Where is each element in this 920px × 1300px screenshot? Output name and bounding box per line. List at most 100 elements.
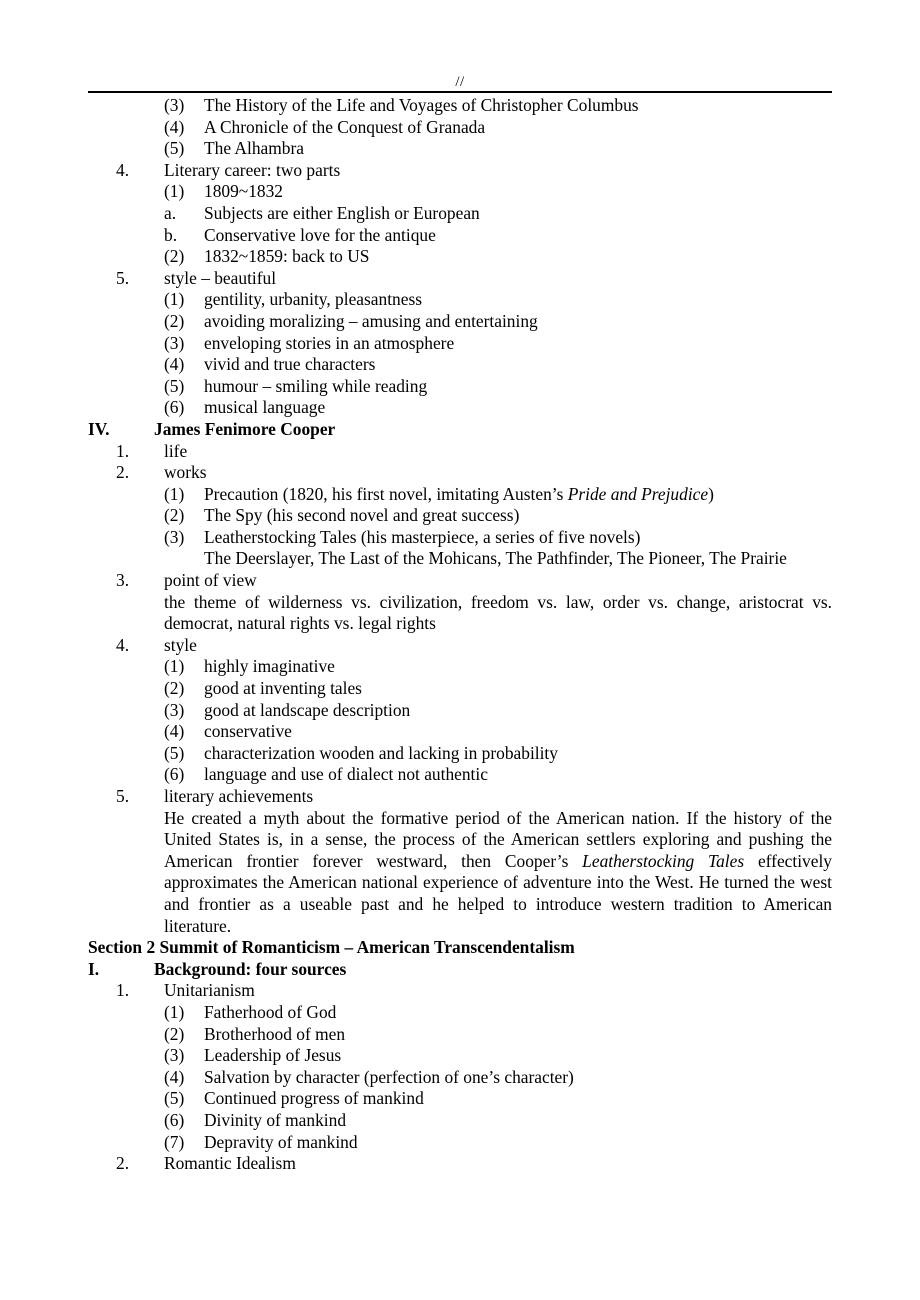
list-marker: (5) <box>164 742 185 763</box>
document-page: // (3) The History of the Life and Voyag… <box>0 0 920 1300</box>
list-marker: a. <box>164 202 177 223</box>
list-item-text: Divinity of mankind <box>204 1109 347 1130</box>
list-marker: (2) <box>164 310 185 331</box>
list-item: (1) 1809~1832 <box>88 181 832 203</box>
list-item: 5. style – beautiful <box>88 268 832 290</box>
point-of-view-paragraph: the theme of wilderness vs. civilization… <box>164 591 832 634</box>
list-item-text: Romantic Idealism <box>164 1153 296 1174</box>
list-item-text: point of view <box>164 570 257 591</box>
list-marker: (2) <box>164 246 185 267</box>
list-item: (6) language and use of dialect not auth… <box>88 764 832 786</box>
list-item-text: musical language <box>204 397 326 418</box>
list-item-text: Unitarianism <box>164 980 255 1001</box>
list-item-text: 1809~1832 <box>204 181 283 202</box>
leatherstocking-titles-paragraph: The Deerslayer, The Last of the Mohicans… <box>204 548 787 569</box>
list-item-text: style <box>164 634 197 655</box>
list-item-text: highly imaginative <box>204 656 335 677</box>
list-item-text: Leatherstocking Tales (his masterpiece, … <box>204 526 641 547</box>
leatherstocking-italic: Leatherstocking Tales <box>582 850 745 871</box>
list-item: (4) vivid and true characters <box>88 354 832 376</box>
list-marker: (1) <box>164 289 185 310</box>
list-item: (4) A Chronicle of the Conquest of Grana… <box>88 117 832 139</box>
list-item-text: avoiding moralizing – amusing and entert… <box>204 310 538 331</box>
heading-background: I. Background: four sources <box>88 959 832 981</box>
list-item-text: The Spy (his second novel and great succ… <box>204 505 520 526</box>
list-marker: (6) <box>164 1109 185 1130</box>
list-item: (3) Leatherstocking Tales (his masterpie… <box>88 527 832 549</box>
list-item: 5. literary achievements <box>88 786 832 808</box>
list-marker: (5) <box>164 375 185 396</box>
list-marker: 2. <box>116 1153 130 1174</box>
list-marker: 1. <box>116 440 130 461</box>
list-item-text: good at inventing tales <box>204 678 362 699</box>
list-item: (3) good at landscape description <box>88 700 832 722</box>
list-marker: (2) <box>164 1023 185 1044</box>
list-marker: (1) <box>164 656 185 677</box>
work-title-italic: Pride and Prejudice <box>567 483 709 504</box>
header-mark: // <box>455 74 465 90</box>
list-marker: (3) <box>164 699 185 720</box>
list-item: 1. Unitarianism <box>88 980 832 1002</box>
list-marker: (1) <box>164 181 185 202</box>
list-item-text: Brotherhood of men <box>204 1023 346 1044</box>
list-marker: 5. <box>116 786 130 806</box>
list-item-text: life <box>164 440 188 461</box>
list-item-text: The Alhambra <box>204 138 304 159</box>
list-item-text: Depravity of mankind <box>204 1131 358 1152</box>
list-item-text: Salvation by character (perfection of on… <box>204 1066 574 1087</box>
list-item: (1) highly imaginative <box>88 656 832 678</box>
list-item: (4) conservative <box>88 721 832 743</box>
list-item-text: good at landscape description <box>204 699 411 720</box>
list-item: 4. style <box>88 635 832 657</box>
section2-heading: Section 2 Summit of Romanticism – Americ… <box>88 937 832 959</box>
section2-heading-text: Section 2 Summit of Romanticism – Americ… <box>88 937 575 958</box>
list-item: (6) musical language <box>88 397 832 419</box>
list-item: a. Subjects are either English or Europe… <box>88 203 832 225</box>
page-header: // <box>88 74 832 93</box>
list-item: (3) enveloping stories in an atmosphere <box>88 333 832 355</box>
list-marker: (3) <box>164 1045 185 1066</box>
list-marker: 4. <box>116 634 130 655</box>
list-marker: 5. <box>116 267 130 288</box>
list-item: (1) gentility, urbanity, pleasantness <box>88 289 832 311</box>
list-marker: (2) <box>164 678 185 699</box>
heading-marker: I. <box>88 958 100 979</box>
list-marker: (6) <box>164 764 185 785</box>
list-item: 4. Literary career: two parts <box>88 160 832 182</box>
list-marker: (2) <box>164 505 185 526</box>
list-item: (5) The Alhambra <box>88 138 832 160</box>
list-item-text: humour – smiling while reading <box>204 375 428 396</box>
list-item-text: language and use of dialect not authenti… <box>204 764 488 785</box>
list-marker: (4) <box>164 721 185 742</box>
list-marker: (1) <box>164 483 185 504</box>
list-item: (5) Continued progress of mankind <box>88 1088 832 1110</box>
list-marker: (5) <box>164 1088 185 1109</box>
list-item-text: gentility, urbanity, pleasantness <box>204 289 422 310</box>
list-marker: (5) <box>164 138 185 159</box>
list-item: (2) The Spy (his second novel and great … <box>88 505 832 527</box>
list-item-text: style – beautiful <box>164 267 277 288</box>
list-item-text: enveloping stories in an atmosphere <box>204 332 455 353</box>
heading-text: James Fenimore Cooper <box>154 418 336 439</box>
list-item: 3. point of view <box>88 570 832 592</box>
list-item: (5) humour – smiling while reading <box>88 376 832 398</box>
list-marker: 3. <box>116 570 130 591</box>
list-marker: (4) <box>164 116 185 137</box>
list-item: 2. works <box>88 462 832 484</box>
list-item: (7) Depravity of mankind <box>88 1132 832 1154</box>
list-marker: 1. <box>116 980 130 1001</box>
list-marker: (4) <box>164 1066 185 1087</box>
list-marker: (3) <box>164 95 185 115</box>
document-content: // (3) The History of the Life and Voyag… <box>88 74 832 1175</box>
header-rule <box>88 91 832 93</box>
list-item-text: Precaution (1820, his first novel, imita… <box>204 484 832 506</box>
list-item: (2) good at inventing tales <box>88 678 832 700</box>
list-item: (1) Fatherhood of God <box>88 1002 832 1024</box>
literary-achievements-paragraph: He created a myth about the formative pe… <box>88 808 832 938</box>
list-item: (2) Brotherhood of men <box>88 1024 832 1046</box>
list-marker: (7) <box>164 1131 185 1152</box>
list-item: b. Conservative love for the antique <box>88 225 832 247</box>
list-item: (3) Leadership of Jesus <box>88 1045 832 1067</box>
list-item-text: vivid and true characters <box>204 354 376 375</box>
list-item: (4) Salvation by character (perfection o… <box>88 1067 832 1089</box>
